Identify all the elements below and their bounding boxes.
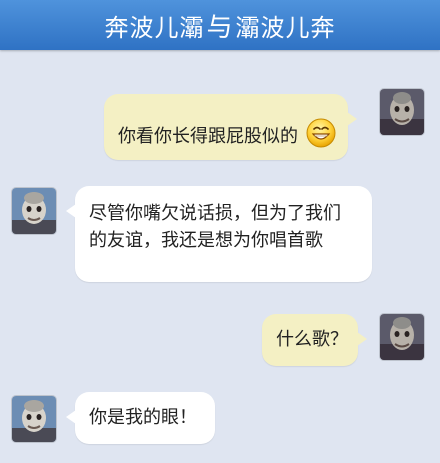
grinning-emoji-icon: [306, 118, 336, 156]
message-text: 什么歌？: [276, 329, 348, 350]
title-join: 与: [206, 12, 234, 43]
avatar-right[interactable]: [380, 89, 424, 135]
chat-title-bar: 奔波儿灞 与 灞波儿奔: [0, 0, 440, 50]
title-right-name: 灞波儿奔: [235, 13, 336, 42]
title-left-name: 奔波儿灞: [104, 13, 205, 42]
message-bubble-right[interactable]: 你看你长得跟屁股似的: [104, 94, 357, 160]
message-bubble-right[interactable]: 什么歌？: [262, 314, 367, 366]
avatar-right[interactable]: [380, 314, 424, 360]
message-text: 你看你长得跟屁股似的: [118, 126, 298, 147]
message-text: 尽管你嘴欠说话损，但为了我们的友谊，我还是想为你唱首歌: [89, 203, 341, 251]
avatar-left[interactable]: [12, 396, 56, 442]
message-bubble-left[interactable]: 你是我的眼！: [66, 392, 215, 444]
message-bubble-left[interactable]: 尽管你嘴欠说话损，但为了我们的友谊，我还是想为你唱首歌: [66, 186, 372, 282]
avatar-left[interactable]: [12, 188, 56, 234]
message-text: 你是我的眼！: [89, 407, 197, 428]
